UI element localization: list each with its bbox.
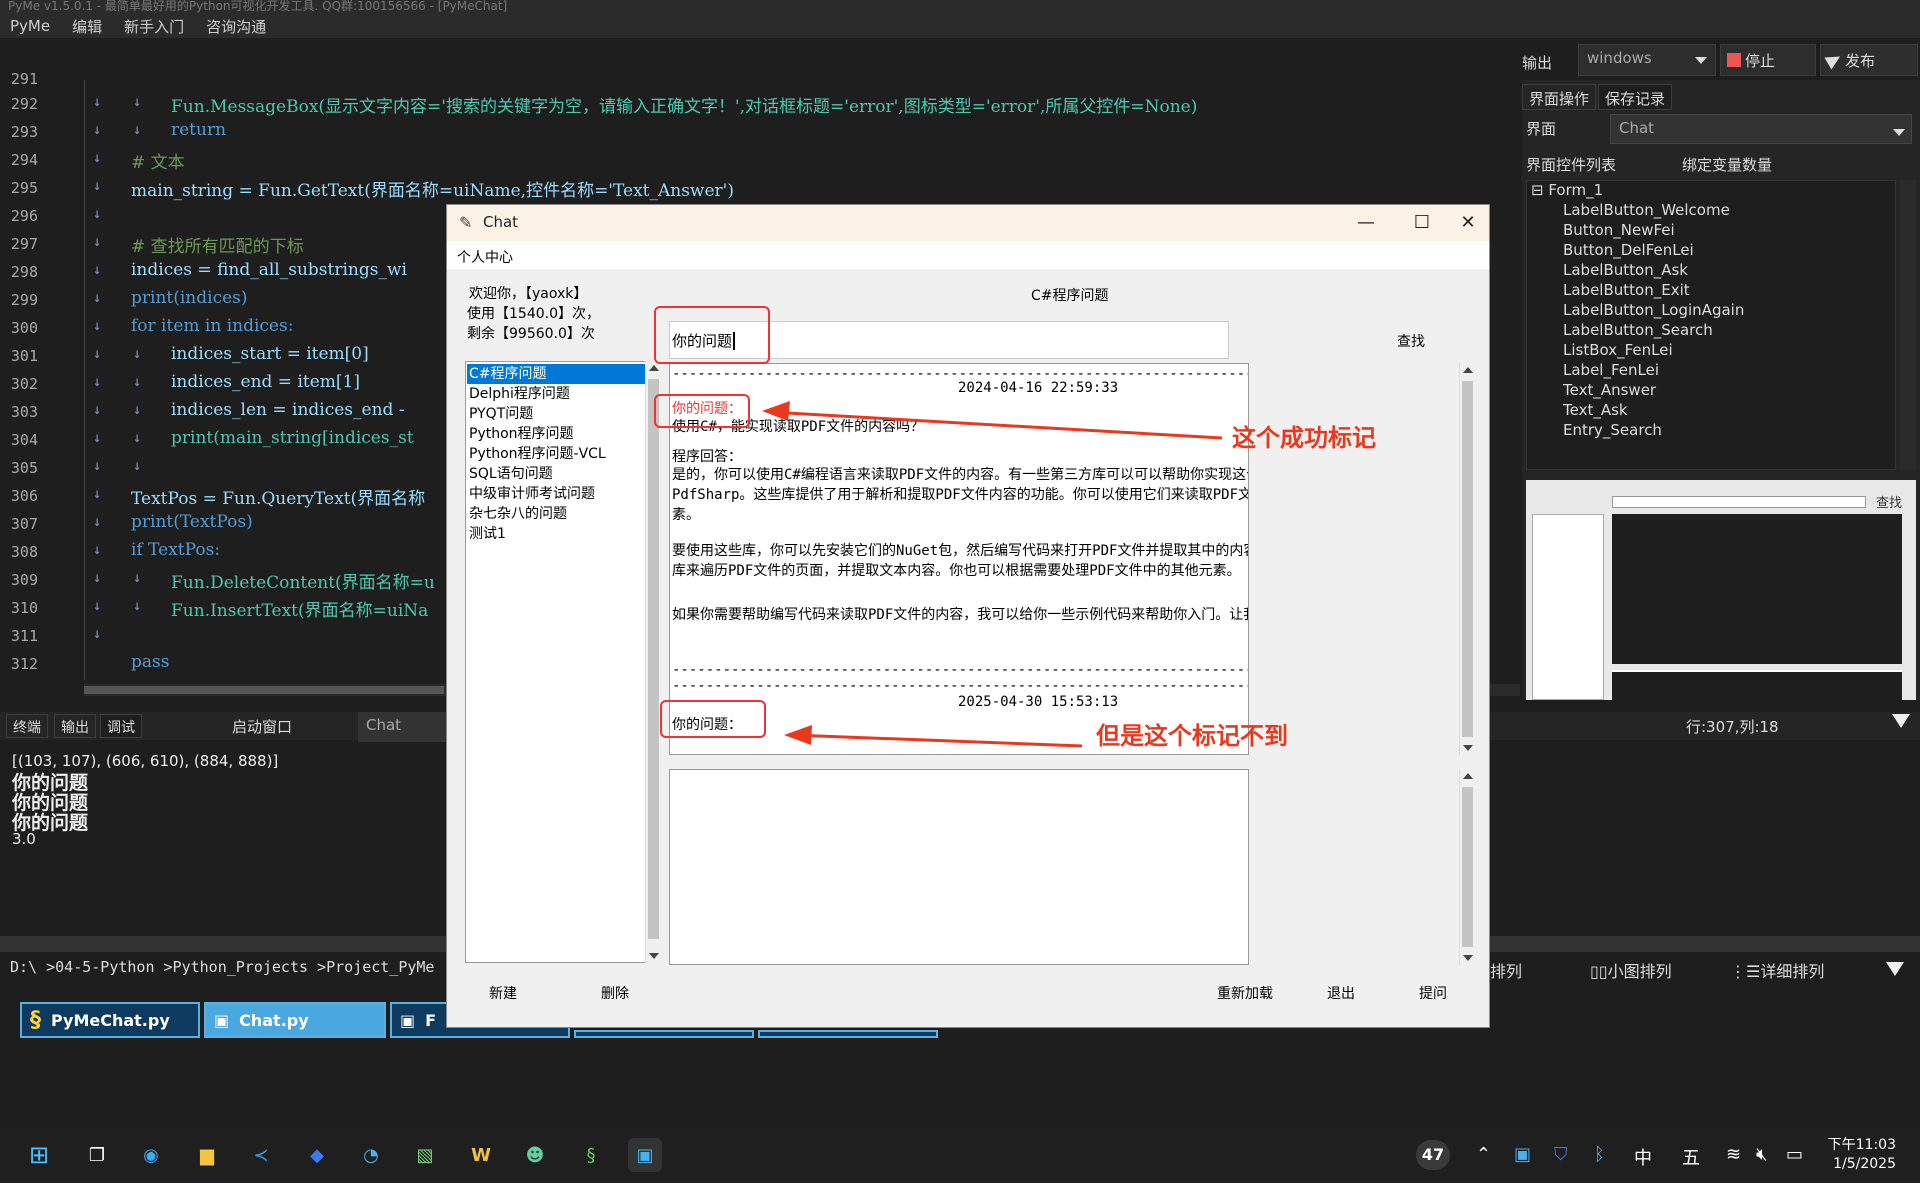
tray-app-icon[interactable]: ▣ <box>1514 1144 1531 1165</box>
clock[interactable]: 下午11:03 1/5/2025 <box>1828 1136 1896 1174</box>
edge-icon[interactable]: ◉ <box>134 1138 168 1172</box>
annotation-arrows <box>762 401 1223 748</box>
taskbar: ⊞ ❐ ◉ ▆ ≺ ◆ ◔ ▧ W ☻ § ▣ 47 ⌃ ▣ ⛉ ᛒ 中 五 ≋… <box>0 1128 1920 1183</box>
wps-icon[interactable]: W <box>464 1138 498 1172</box>
qq-icon[interactable]: ◔ <box>354 1138 388 1172</box>
vscode-icon[interactable]: ≺ <box>244 1138 278 1172</box>
app-icon[interactable]: ◆ <box>300 1138 334 1172</box>
ime-input[interactable]: 五 <box>1682 1144 1700 1170</box>
clock-date: 1/5/2025 <box>1833 1156 1896 1172</box>
annotation-fail: 但是这个标记不到 <box>1096 722 1288 750</box>
clock-time: 下午11:03 <box>1827 1137 1896 1153</box>
python-window-icon[interactable]: ▣ <box>628 1138 662 1172</box>
annotation-success: 这个成功标记 <box>1232 424 1376 452</box>
wifi-icon[interactable]: ≋ <box>1726 1144 1741 1165</box>
ime-mode[interactable]: 中 <box>1634 1144 1652 1170</box>
dragon-icon[interactable]: § <box>574 1138 608 1172</box>
bluetooth-icon[interactable]: ᛒ <box>1594 1144 1605 1165</box>
task-view-icon[interactable]: ❐ <box>80 1138 114 1172</box>
weather-badge[interactable]: 47 <box>1416 1140 1450 1170</box>
start-icon[interactable]: ⊞ <box>22 1138 56 1172</box>
image-icon[interactable]: ▧ <box>408 1138 442 1172</box>
mute-icon[interactable]: 🔇︎ <box>1756 1144 1767 1165</box>
chevron-up-icon[interactable]: ⌃ <box>1476 1144 1491 1165</box>
folder-icon[interactable]: ▆ <box>190 1138 224 1172</box>
shield-icon[interactable]: ⛉ <box>1554 1144 1568 1165</box>
battery-icon[interactable]: ▭ <box>1786 1144 1803 1165</box>
pyme-icon[interactable]: ☻ <box>518 1138 552 1172</box>
